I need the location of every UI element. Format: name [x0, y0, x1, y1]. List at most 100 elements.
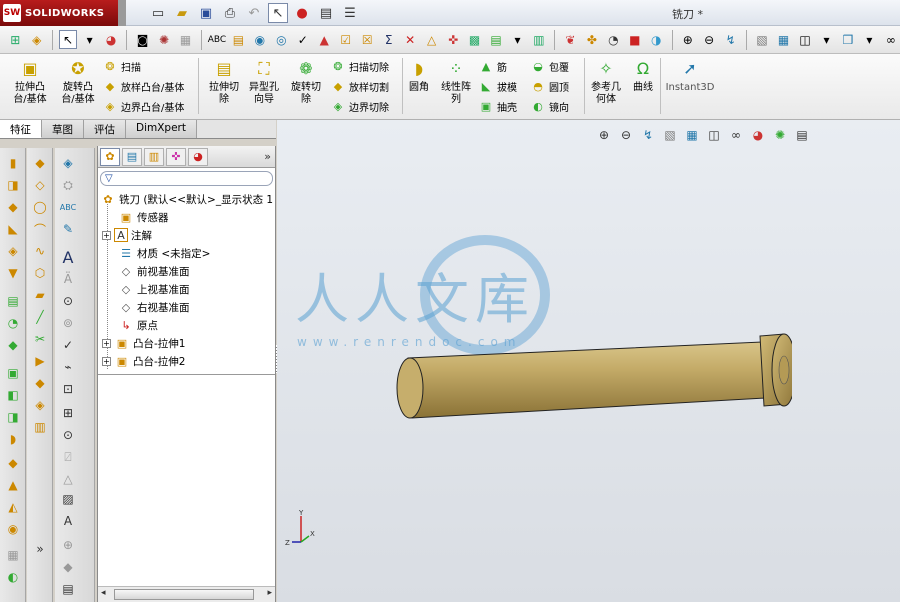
- lofted-cut-button[interactable]: ◆ 放样切割: [330, 78, 389, 94]
- expand-icon[interactable]: +: [102, 338, 111, 348]
- centerline-v-icon[interactable]: ◆: [59, 558, 77, 576]
- arc-icon[interactable]: ⌒: [31, 220, 49, 238]
- expand-icon[interactable]: +: [102, 356, 111, 366]
- solidworks-logo[interactable]: SW SOLIDWORKS: [0, 0, 118, 26]
- pattern-icon[interactable]: ▥: [31, 418, 49, 436]
- weld-symbol-icon[interactable]: ⌁: [59, 358, 77, 376]
- mirror-button[interactable]: ◐ 镜向: [530, 98, 569, 114]
- line-icon[interactable]: ◆: [31, 154, 49, 172]
- auto-balloon-icon[interactable]: ◎: [272, 30, 290, 49]
- cut-loft-icon[interactable]: ▣: [4, 364, 22, 382]
- shell-v-icon[interactable]: ◉: [4, 520, 22, 538]
- surface-finish-icon[interactable]: ✓: [294, 30, 312, 49]
- polygon-icon[interactable]: ⬡: [31, 264, 49, 282]
- table-icon[interactable]: ▤: [487, 30, 505, 49]
- rectangle-icon[interactable]: ◇: [31, 176, 49, 194]
- format-painter-icon[interactable]: ✎: [59, 220, 77, 238]
- new-icon[interactable]: ▭: [148, 3, 168, 23]
- center-mark-icon[interactable]: ✜: [444, 30, 462, 49]
- dropdown-arrow-icon[interactable]: ▾: [508, 30, 526, 49]
- datum-target-icon[interactable]: ⊙: [59, 426, 77, 444]
- tab-sketch[interactable]: 草图: [42, 120, 84, 138]
- instant3d-button[interactable]: ➚ Instant3D: [662, 58, 718, 94]
- note-icon[interactable]: ▤: [229, 30, 247, 49]
- cut-revolve-icon[interactable]: ◔: [4, 314, 22, 332]
- fillet-button[interactable]: ◗ 圆角: [404, 58, 434, 94]
- select-tool-icon[interactable]: ↖: [58, 30, 78, 49]
- scroll-right-icon[interactable]: ▸: [267, 588, 272, 598]
- display-style-icon[interactable]: ◫: [796, 30, 814, 49]
- sketch-icon[interactable]: ⊞: [6, 30, 24, 49]
- extrude-icon[interactable]: ▮: [4, 154, 22, 172]
- print-icon[interactable]: ⎙: [220, 3, 240, 23]
- mirror-v-icon[interactable]: ◐: [4, 568, 22, 586]
- rib-button[interactable]: ▲ 筋: [478, 58, 507, 74]
- table-v-icon[interactable]: ▤: [59, 580, 77, 598]
- zoom-area-icon[interactable]: ⊖: [700, 30, 718, 49]
- offset-icon[interactable]: ◆: [31, 374, 49, 392]
- scroll-left-icon[interactable]: ◂: [101, 588, 106, 598]
- tree-node-annotations[interactable]: + A 注解: [102, 226, 152, 244]
- extrude-boss-button[interactable]: ▣ 拉伸凸 台/基体: [8, 58, 52, 106]
- tree-node-boss-extrude1[interactable]: + ▣ 凸台-拉伸1: [102, 334, 185, 352]
- scrollbar-thumb[interactable]: [114, 589, 254, 600]
- dimxpert-tab-icon[interactable]: ✜: [166, 147, 186, 166]
- cut-boundary-icon[interactable]: ◧: [4, 386, 22, 404]
- block-v-icon[interactable]: A: [59, 512, 77, 530]
- view-orientation-icon[interactable]: ▦: [774, 30, 792, 49]
- tab-evaluate[interactable]: 评估: [84, 120, 126, 138]
- revolve-cut-button[interactable]: ❁ 旋转切 除: [284, 58, 328, 106]
- section-view-icon[interactable]: ▧: [661, 126, 679, 144]
- more-tools-icon[interactable]: »: [31, 540, 49, 558]
- rollback-bar[interactable]: [98, 374, 275, 375]
- geometric-tolerance-icon[interactable]: ☑: [337, 30, 355, 49]
- dimension-disabled-icon[interactable]: ⛭: [59, 176, 77, 194]
- datum-icon[interactable]: ☒: [358, 30, 376, 49]
- display-style-icon[interactable]: ◫: [705, 126, 723, 144]
- tree-node-front-plane[interactable]: ◇ 前视基准面: [118, 262, 190, 280]
- spell-check-v-icon[interactable]: ABC: [59, 198, 77, 216]
- cut-sweep-icon[interactable]: ◆: [4, 336, 22, 354]
- loft-icon[interactable]: ◣: [4, 220, 22, 238]
- hide-show-items-icon[interactable]: ∞: [727, 126, 745, 144]
- swept-cut-button[interactable]: ❂ 扫描切除: [330, 58, 389, 74]
- circle-icon[interactable]: ◯: [31, 198, 49, 216]
- graphics-area[interactable]: ⊕ ⊖ ↯ ▧ ▦ ◫ ∞ ◕ ✺ ▤ 人人文库 www.renrendoc.c…: [277, 120, 900, 602]
- tree-node-boss-extrude2[interactable]: + ▣ 凸台-拉伸2: [102, 352, 185, 370]
- dropdown-arrow-icon[interactable]: ▾: [860, 30, 878, 49]
- magnet-icon[interactable]: ❦: [561, 30, 579, 49]
- zoom-to-area-icon[interactable]: ⊖: [617, 126, 635, 144]
- hide-show-icon[interactable]: ❒: [839, 30, 857, 49]
- chamfer-icon[interactable]: ◆: [4, 454, 22, 472]
- undo-icon[interactable]: ↶: [244, 3, 264, 23]
- property-manager-tab-icon[interactable]: ▤: [122, 147, 142, 166]
- glasses-icon[interactable]: ∞: [882, 30, 900, 49]
- rib-v-icon[interactable]: ◭: [4, 498, 22, 516]
- hole-wizard-button[interactable]: ⛶ 异型孔 向导: [242, 58, 286, 106]
- block-icon[interactable]: ▩: [465, 30, 483, 49]
- save-icon[interactable]: ▣: [196, 3, 216, 23]
- zoom-fit-icon[interactable]: ⊕: [678, 30, 696, 49]
- disabled-tool-icon[interactable]: ▦: [4, 546, 22, 564]
- center-mark-v-icon[interactable]: ⊕: [59, 536, 77, 554]
- trim-icon[interactable]: ✂: [31, 330, 49, 348]
- view-orientation-icon[interactable]: ▦: [683, 126, 701, 144]
- tree-filter-input[interactable]: ▽: [100, 171, 273, 186]
- tree-node-origin[interactable]: ↳ 原点: [118, 316, 158, 334]
- previous-view-icon[interactable]: ↯: [639, 126, 657, 144]
- sweep-icon[interactable]: ◆: [4, 198, 22, 216]
- dome-button[interactable]: ◓ 圆顶: [530, 78, 569, 94]
- point-icon[interactable]: ▰: [31, 286, 49, 304]
- sweep-button[interactable]: ❂ 扫描: [102, 58, 141, 74]
- revolve-icon[interactable]: ◨: [4, 176, 22, 194]
- appearance-icon[interactable]: ◕: [102, 30, 120, 49]
- reference-geometry-button[interactable]: ✧ 参考几 何体: [586, 58, 626, 106]
- boundary-boss-button[interactable]: ◈ 边界凸台/基体: [102, 98, 185, 114]
- text-disabled-icon[interactable]: Ä: [59, 270, 77, 288]
- revolve-boss-button[interactable]: ✪ 旋转凸 台/基体: [56, 58, 100, 106]
- dropdown-arrow-icon[interactable]: ▾: [80, 30, 98, 49]
- configuration-tab-icon[interactable]: ▥: [144, 147, 164, 166]
- feature-tree-tab-icon[interactable]: ✿: [100, 147, 120, 166]
- file-properties-icon[interactable]: ▤: [316, 3, 336, 23]
- photo-icon[interactable]: ▦: [176, 30, 194, 49]
